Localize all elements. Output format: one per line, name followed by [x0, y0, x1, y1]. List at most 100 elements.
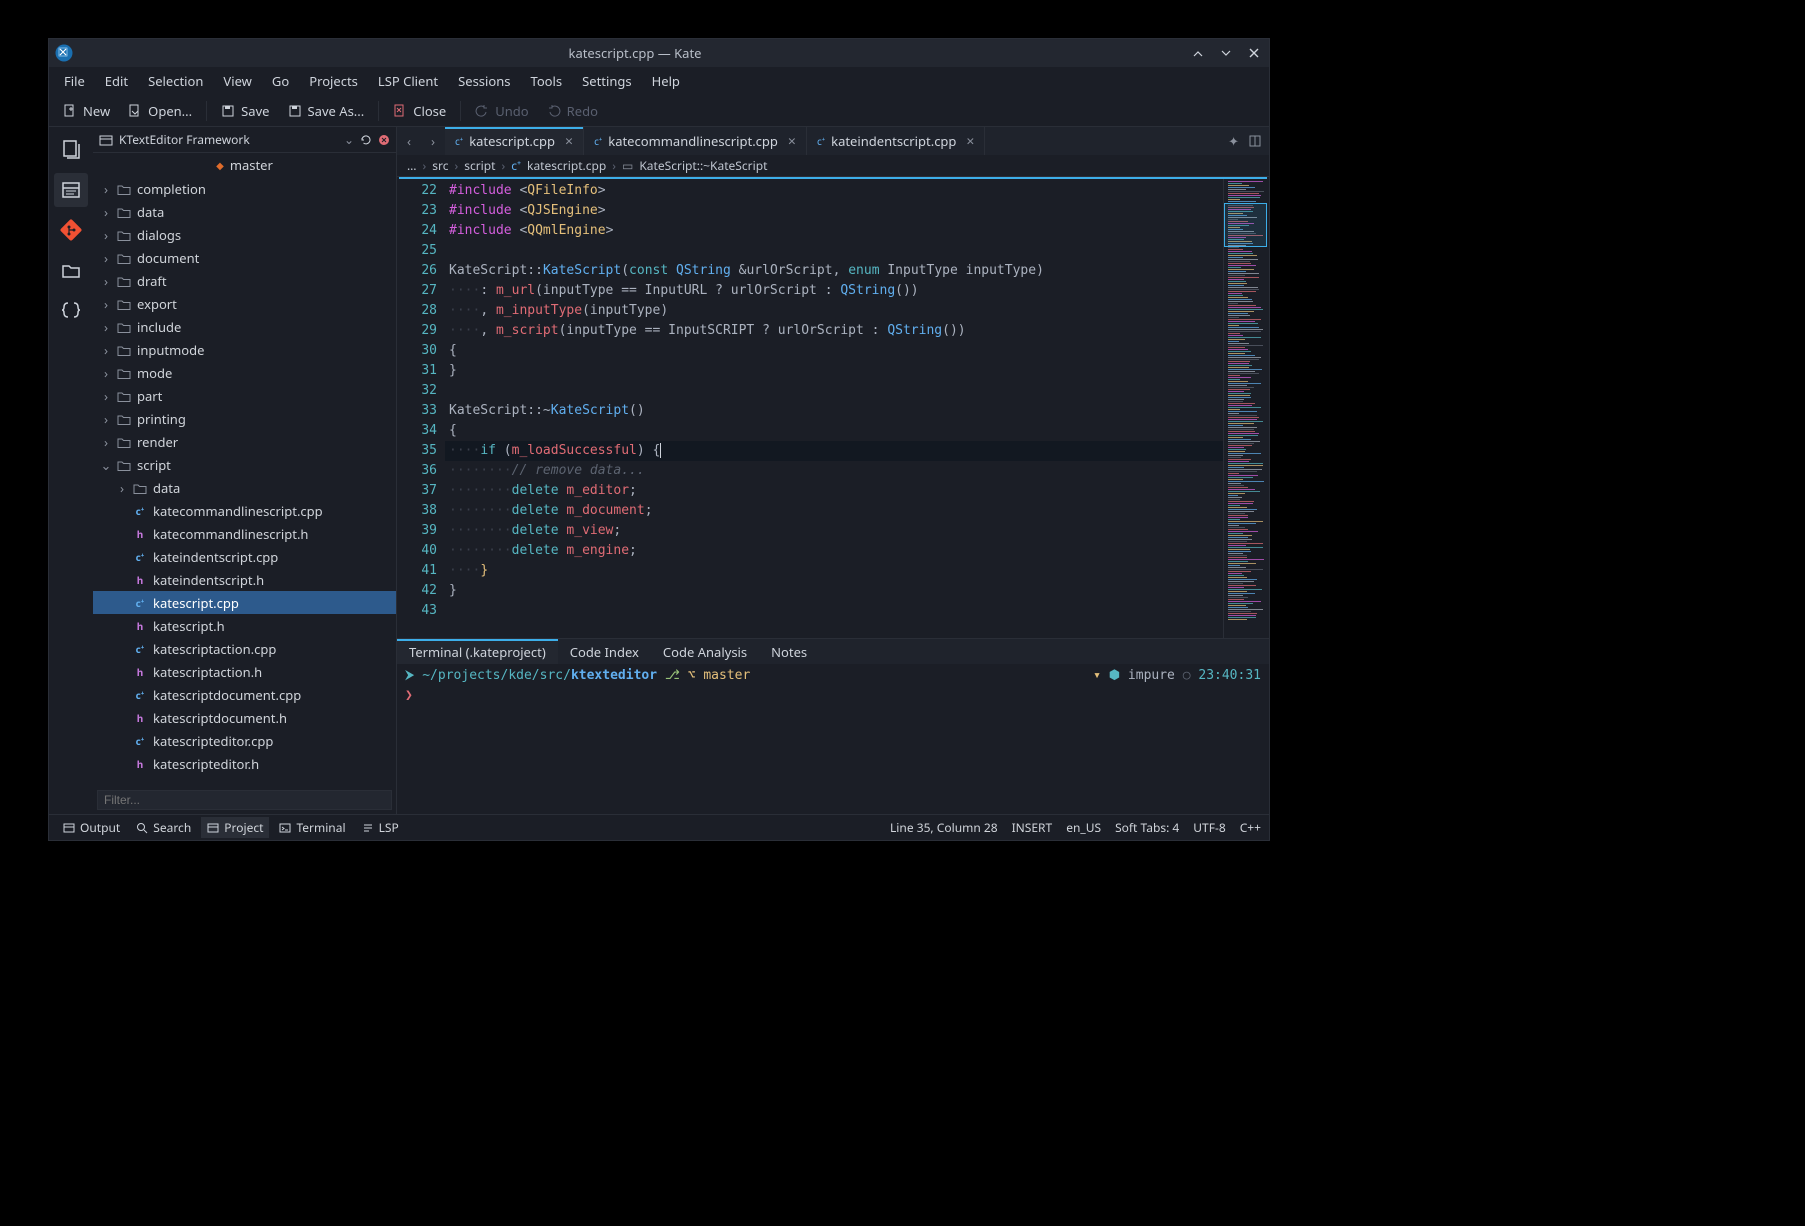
editor-tab[interactable]: c⁺katecommandlinescript.cpp×	[584, 127, 807, 155]
status-bar: OutputSearchProjectTerminalLSP Line 35, …	[49, 814, 1269, 840]
project-name: KTextEditor Framework	[119, 131, 250, 148]
reload-icon[interactable]	[360, 134, 372, 146]
save-as-button[interactable]: Save As...	[280, 98, 373, 124]
tree-file[interactable]: hkatescripteditor.h	[93, 752, 396, 775]
titlebar: katescript.cpp — Kate	[49, 39, 1269, 67]
tree-folder[interactable]: ⌄script	[93, 453, 396, 476]
menu-selection[interactable]: Selection	[139, 68, 212, 94]
tree-file[interactable]: c⁺katecommandlinescript.cpp	[93, 499, 396, 522]
filter-input[interactable]	[97, 790, 392, 810]
menubar: FileEditSelectionViewGoProjectsLSP Clien…	[49, 67, 1269, 95]
filesystem-icon[interactable]	[54, 253, 88, 287]
status-output[interactable]: Output	[57, 817, 126, 838]
tree-folder[interactable]: ›mode	[93, 361, 396, 384]
encoding[interactable]: UTF-8	[1193, 819, 1225, 836]
indent-settings[interactable]: Soft Tabs: 4	[1115, 819, 1179, 836]
cursor-position[interactable]: Line 35, Column 28	[890, 819, 998, 836]
tree-file[interactable]: hkatescriptdocument.h	[93, 706, 396, 729]
menu-tools[interactable]: Tools	[522, 68, 572, 94]
close-file-button[interactable]: Close	[385, 98, 454, 124]
terminal-panel[interactable]: ⮞ ~/projects/kde/src/ktexteditor ⎇ ⌥ mas…	[397, 664, 1269, 814]
tree-file[interactable]: hkatescriptaction.h	[93, 660, 396, 683]
menu-sessions[interactable]: Sessions	[449, 68, 519, 94]
tree-folder[interactable]: ›document	[93, 246, 396, 269]
branch-name: master	[230, 156, 273, 174]
split-icon[interactable]	[1249, 135, 1261, 147]
close-icon[interactable]: ×	[565, 132, 573, 151]
tree-folder[interactable]: ›dialogs	[93, 223, 396, 246]
tree-file[interactable]: c⁺katescriptdocument.cpp	[93, 683, 396, 706]
menu-help[interactable]: Help	[643, 68, 689, 94]
status-search[interactable]: Search	[130, 817, 197, 838]
status-terminal[interactable]: Terminal	[273, 817, 351, 838]
menu-lsp-client[interactable]: LSP Client	[369, 68, 447, 94]
bottom-tab[interactable]: Notes	[759, 639, 819, 664]
minimap[interactable]	[1223, 179, 1267, 638]
locale[interactable]: en_US	[1066, 819, 1101, 836]
menu-view[interactable]: View	[214, 68, 260, 94]
menu-edit[interactable]: Edit	[96, 68, 137, 94]
tab-nav-fwd[interactable]: ›	[421, 127, 445, 155]
tree-folder[interactable]: ›data	[93, 476, 396, 499]
chevron-down-icon[interactable]: ⌄	[344, 131, 354, 148]
code-editor[interactable]: 2223242526272829303132333435363738394041…	[399, 177, 1267, 638]
tree-folder[interactable]: ›printing	[93, 407, 396, 430]
maximize-button[interactable]	[1217, 44, 1235, 62]
tree-folder[interactable]: ›part	[93, 384, 396, 407]
file-tree[interactable]: ›completion›data›dialogs›document›draft›…	[93, 177, 396, 786]
code-content[interactable]: #include <QFileInfo>#include <QJSEngine>…	[445, 179, 1223, 638]
open-button[interactable]: Open...	[120, 98, 200, 124]
menu-file[interactable]: File	[55, 68, 94, 94]
status-project[interactable]: Project	[201, 817, 269, 838]
tree-file[interactable]: c⁺katescripteditor.cpp	[93, 729, 396, 752]
branch-bar[interactable]: ◆ master	[93, 153, 396, 177]
tree-folder[interactable]: ›include	[93, 315, 396, 338]
branch-icon: ◆	[216, 158, 224, 172]
project-sidebar: KTextEditor Framework ⌄ ◆ master ›comple…	[93, 127, 397, 814]
editor-mode[interactable]: INSERT	[1012, 819, 1053, 836]
menu-go[interactable]: Go	[263, 68, 298, 94]
pin-icon[interactable]: ✦	[1228, 132, 1239, 150]
menu-projects[interactable]: Projects	[300, 68, 367, 94]
editor-tab[interactable]: c⁺katescript.cpp×	[445, 127, 584, 155]
tree-folder[interactable]: ›inputmode	[93, 338, 396, 361]
project-tree-icon[interactable]	[54, 173, 88, 207]
undo-button[interactable]: Undo	[467, 98, 536, 124]
tab-nav-back[interactable]: ‹	[397, 127, 421, 155]
tree-file[interactable]: hkatescript.h	[93, 614, 396, 637]
tree-file[interactable]: hkatecommandlinescript.h	[93, 522, 396, 545]
toolbar: New Open... Save Save As... Close Undo R…	[49, 95, 1269, 127]
line-gutter: 2223242526272829303132333435363738394041…	[399, 179, 445, 638]
menu-settings[interactable]: Settings	[573, 68, 640, 94]
symbols-icon[interactable]	[54, 293, 88, 327]
close-button[interactable]	[1245, 44, 1263, 62]
redo-button[interactable]: Redo	[539, 98, 606, 124]
minimize-button[interactable]	[1189, 44, 1207, 62]
tree-file[interactable]: c⁺katescript.cpp	[93, 591, 396, 614]
breadcrumb[interactable]: …› src› script› c⁺katescript.cpp› ▭KateS…	[397, 155, 1269, 177]
new-button[interactable]: New	[55, 98, 118, 124]
status-lsp[interactable]: LSP	[356, 817, 405, 838]
tree-file[interactable]: c⁺katescriptaction.cpp	[93, 637, 396, 660]
tree-file[interactable]: hkateindentscript.h	[93, 568, 396, 591]
tree-folder[interactable]: ›export	[93, 292, 396, 315]
close-project-icon[interactable]	[378, 134, 390, 146]
tree-folder[interactable]: ›draft	[93, 269, 396, 292]
close-icon[interactable]: ×	[788, 132, 796, 151]
tree-file[interactable]: c⁺kateindentscript.cpp	[93, 545, 396, 568]
window-title: katescript.cpp — Kate	[81, 44, 1189, 62]
git-icon[interactable]	[54, 213, 88, 247]
editor-tab[interactable]: c⁺kateindentscript.cpp×	[807, 127, 986, 155]
save-button[interactable]: Save	[213, 98, 277, 124]
bottom-tab[interactable]: Code Analysis	[651, 639, 759, 664]
tree-folder[interactable]: ›render	[93, 430, 396, 453]
bottom-tab[interactable]: Terminal (.kateproject)	[397, 639, 558, 664]
editor-tabs: ‹ › c⁺katescript.cpp×c⁺katecommandlinesc…	[397, 127, 1269, 155]
close-icon[interactable]: ×	[966, 132, 974, 151]
activity-bar	[49, 127, 93, 814]
tree-folder[interactable]: ›data	[93, 200, 396, 223]
language-mode[interactable]: C++	[1240, 819, 1261, 836]
bottom-tab[interactable]: Code Index	[558, 639, 651, 664]
tree-folder[interactable]: ›completion	[93, 177, 396, 200]
documents-icon[interactable]	[54, 133, 88, 167]
